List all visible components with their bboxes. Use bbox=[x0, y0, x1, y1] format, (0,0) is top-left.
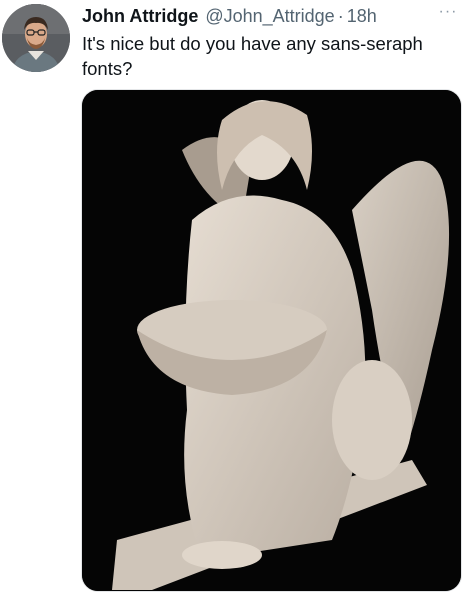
separator-dot: · bbox=[337, 6, 344, 26]
tweet-text: It's nice but do you have any sans-serap… bbox=[82, 33, 423, 79]
tweet-header: John Attridge @John_Attridge · 18h ··· bbox=[82, 4, 461, 29]
more-horizontal-icon[interactable]: ··· bbox=[435, 4, 461, 27]
author-avatar[interactable] bbox=[2, 4, 70, 72]
tweet-media-image[interactable] bbox=[81, 89, 462, 592]
tweet-timestamp[interactable]: 18h bbox=[347, 6, 377, 26]
author-handle[interactable]: @John_Attridge bbox=[205, 6, 334, 26]
avatar-image bbox=[2, 4, 70, 72]
angel-statue-image bbox=[82, 90, 461, 591]
author-name[interactable]: John Attridge bbox=[82, 6, 198, 26]
